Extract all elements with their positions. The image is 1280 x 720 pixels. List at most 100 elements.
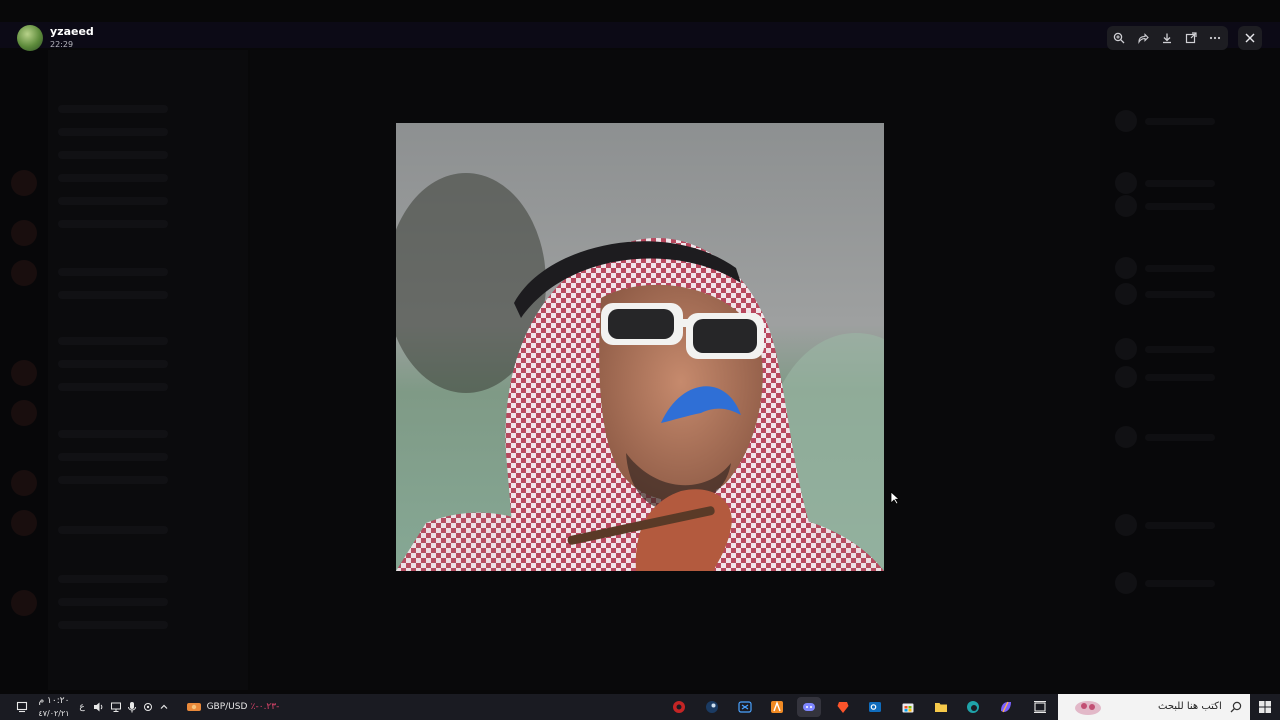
open-in-browser-button[interactable] — [1179, 26, 1203, 50]
network-icon — [111, 702, 121, 712]
message-timestamp: 22:29 — [50, 40, 74, 49]
background-member-avatar — [1115, 257, 1137, 279]
background-member-name — [1145, 434, 1215, 441]
background-server-icon — [11, 170, 37, 196]
volume-icon — [94, 702, 103, 712]
background-member-name — [1145, 522, 1215, 529]
folder-icon — [935, 703, 947, 712]
background-member-name — [1145, 580, 1215, 587]
background-member-name — [1145, 180, 1215, 187]
background-server-icon — [11, 400, 37, 426]
edge-icon — [967, 701, 979, 713]
background-member-avatar — [1115, 338, 1137, 360]
background-channel — [58, 575, 168, 583]
background-member-name — [1145, 291, 1215, 298]
taskbar: ١٠:٢٠ م ٤٧/٠٢/٢١ ع GBP/USD ٪-٠.٢٣- اكتب … — [0, 694, 1280, 720]
taskbar-app-edge[interactable] — [964, 698, 982, 716]
background-channel — [58, 151, 168, 159]
task-view-button[interactable] — [1031, 698, 1049, 716]
author-name[interactable]: yzaeed — [50, 25, 94, 38]
background-server-icon — [11, 220, 37, 246]
background-member-avatar — [1115, 283, 1137, 305]
search-placeholder: اكتب هنا للبحث — [1158, 701, 1222, 712]
background-channel — [58, 598, 168, 606]
viewer-toolbar — [1107, 26, 1228, 50]
outlook-icon — [869, 702, 881, 712]
currency-icon — [187, 703, 201, 711]
input-language-button[interactable]: ع — [76, 698, 88, 716]
background-channel — [58, 526, 168, 534]
background-channel — [58, 197, 168, 205]
background-channel — [58, 337, 168, 345]
zoom-in-icon — [1113, 32, 1125, 44]
forward-icon — [1138, 33, 1149, 44]
background-member-name — [1145, 346, 1215, 353]
steam-icon — [706, 701, 718, 713]
background-channel — [58, 291, 168, 299]
taskbar-app-xbox[interactable] — [736, 698, 754, 716]
taskbar-app-store[interactable] — [899, 698, 917, 716]
taskbar-search-box[interactable]: اكتب هنا للبحث — [1058, 694, 1250, 720]
show-hidden-icons-button[interactable] — [157, 698, 171, 716]
volume-button[interactable] — [92, 698, 106, 716]
background-channel — [58, 621, 168, 629]
xbox-icon — [738, 701, 752, 713]
location-icon — [144, 703, 152, 711]
download-button[interactable] — [1155, 26, 1179, 50]
taskbar-app-copilot[interactable] — [997, 698, 1015, 716]
windows-logo-icon — [1259, 701, 1271, 713]
screen: yzaeed 22:29 ١٠:٢٠ م ٤٧/٠٢/٢١ ع GBP/USD … — [0, 0, 1280, 720]
notification-center-icon — [16, 701, 28, 713]
network-button[interactable] — [109, 698, 123, 716]
ticker-change[interactable]: ٪-٠.٢٣- — [250, 698, 280, 716]
ticker-label[interactable]: GBP/USD — [206, 698, 248, 716]
background-channel-list — [48, 50, 248, 690]
task-view-icon — [1034, 701, 1046, 713]
more-options-button[interactable] — [1203, 26, 1227, 50]
taskbar-app-discord[interactable] — [797, 697, 821, 717]
taskbar-app-launcher[interactable] — [768, 698, 786, 716]
background-channel — [58, 430, 168, 438]
background-member-avatar — [1115, 572, 1137, 594]
microphone-button[interactable] — [126, 698, 138, 716]
taskbar-app-antivirus[interactable] — [670, 698, 688, 716]
close-viewer-button[interactable] — [1238, 26, 1262, 50]
background-member-avatar — [1115, 195, 1137, 217]
forward-button[interactable] — [1131, 26, 1155, 50]
viewed-image[interactable] — [396, 123, 884, 571]
taskbar-clock-date[interactable]: ٤٧/٠٢/٢١ — [34, 707, 74, 719]
background-channel — [58, 453, 168, 461]
background-channel — [58, 476, 168, 484]
ticker-widget-icon-wrap[interactable] — [185, 698, 203, 716]
background-server-icon — [11, 510, 37, 536]
microphone-icon — [128, 702, 136, 713]
photo-illustration — [396, 123, 884, 571]
taskbar-app-brave[interactable] — [834, 698, 852, 716]
taskbar-app-steam[interactable] — [703, 698, 721, 716]
zoom-button[interactable] — [1107, 26, 1131, 50]
background-member-avatar — [1115, 366, 1137, 388]
background-server-icon — [11, 360, 37, 386]
mouse-cursor-icon — [890, 491, 900, 505]
launcher-icon — [771, 701, 783, 713]
more-icon — [1209, 36, 1221, 40]
background-channel — [58, 174, 168, 182]
search-icon — [1230, 701, 1242, 713]
notifications-button[interactable] — [13, 698, 31, 716]
background-member-avatar — [1115, 172, 1137, 194]
location-button[interactable] — [141, 698, 155, 716]
background-server-icon — [11, 260, 37, 286]
taskbar-clock-time[interactable]: ١٠:٢٠ م — [34, 695, 74, 707]
taskbar-app-file-explorer[interactable] — [932, 698, 950, 716]
discord-icon — [803, 703, 815, 711]
chevron-up-icon — [160, 704, 168, 709]
brave-icon — [837, 702, 849, 713]
background-channel — [58, 360, 168, 368]
start-button[interactable] — [1256, 698, 1274, 716]
background-channel — [58, 220, 168, 228]
download-icon — [1163, 33, 1171, 44]
background-channel — [58, 268, 168, 276]
background-member-name — [1145, 265, 1215, 272]
taskbar-app-outlook[interactable] — [866, 698, 884, 716]
avatar[interactable] — [17, 25, 43, 51]
